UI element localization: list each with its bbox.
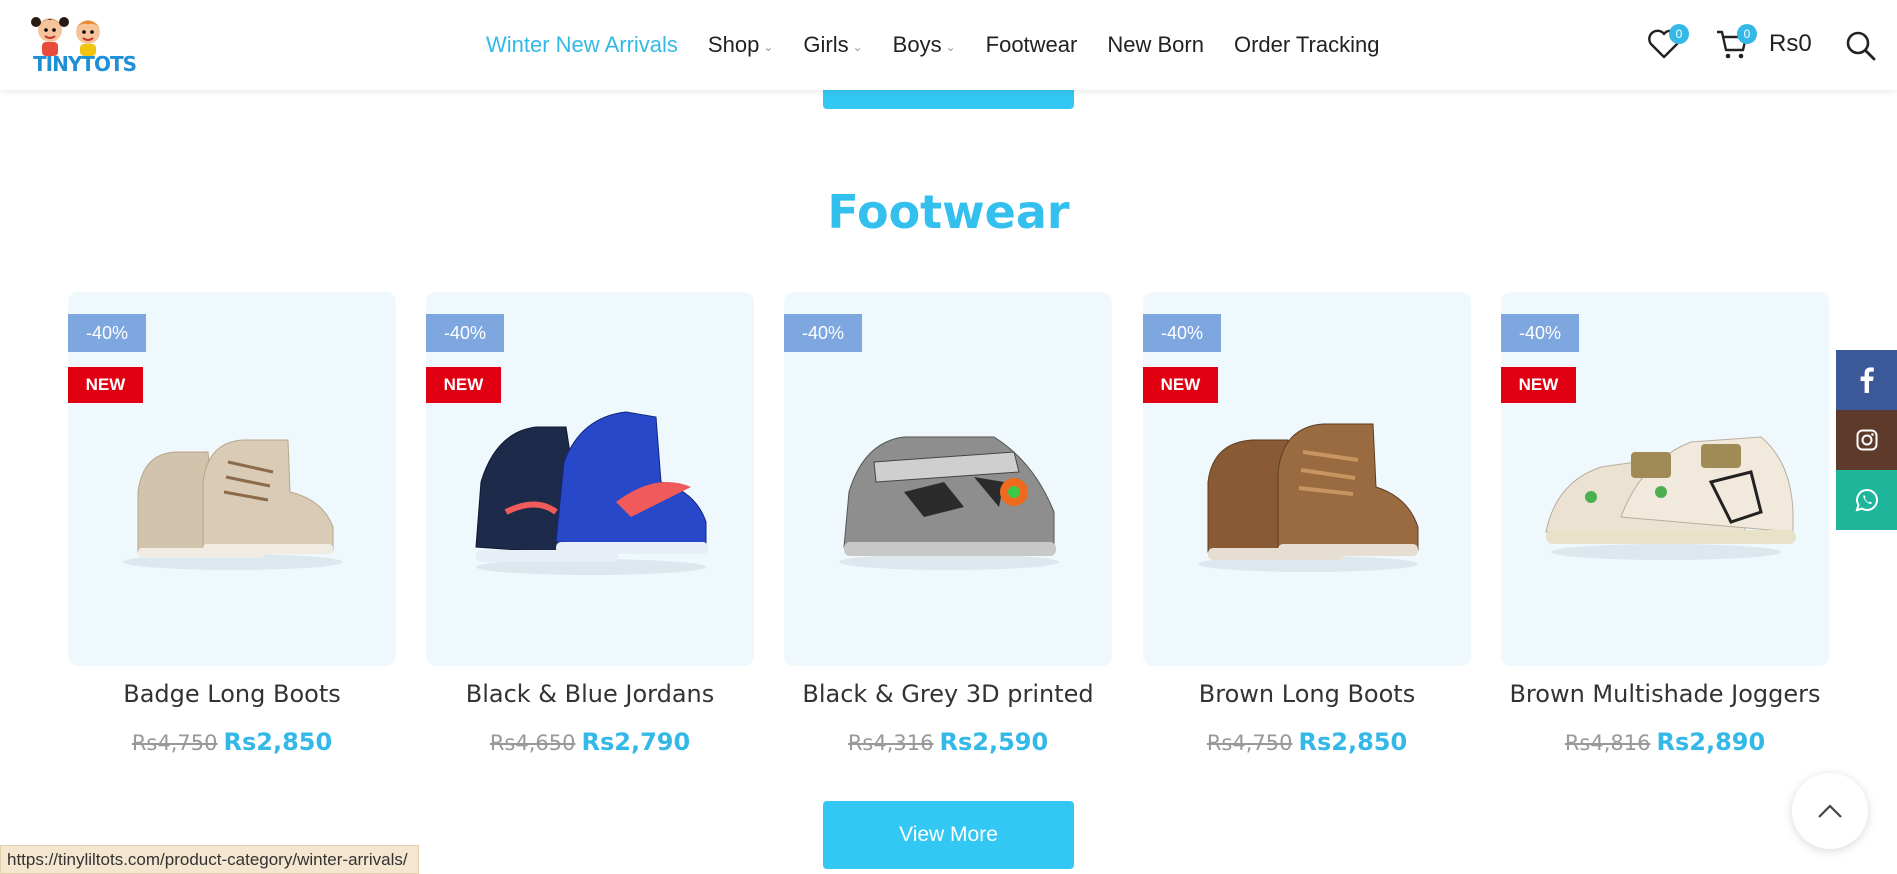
nav-label: Winter New Arrivals	[486, 32, 678, 57]
old-price: Rs4,816	[1564, 731, 1651, 755]
product-image[interactable]: -40% NEW	[426, 292, 754, 666]
chevron-down-icon: ⌄	[763, 39, 774, 54]
chevron-down-icon: ⌄	[945, 39, 956, 54]
search-icon	[1846, 31, 1876, 61]
product-price: Rs4,316 Rs2,590	[784, 728, 1112, 756]
search-button[interactable]	[1845, 30, 1877, 66]
whatsapp-icon	[1855, 488, 1878, 512]
section-title: Footwear	[827, 185, 1070, 239]
chevron-up-icon	[1818, 804, 1842, 818]
logo-text: TINYTOTS	[33, 52, 137, 76]
nav-shop[interactable]: Shop ⌄	[708, 32, 773, 58]
discount-badge: -40%	[1501, 314, 1579, 352]
main-nav: Winter New Arrivals Shop ⌄ Girls ⌄ Boys ⌄ F…	[486, 0, 1409, 90]
cart-count-badge: 0	[1737, 24, 1757, 44]
product-name[interactable]: Black & Grey 3D printed	[774, 680, 1122, 708]
product-name[interactable]: Brown Long Boots	[1133, 680, 1481, 708]
sale-price: Rs2,790	[581, 728, 691, 756]
boots-image	[123, 439, 343, 570]
product-price: Rs4,650 Rs2,790	[426, 728, 754, 756]
nav-label: Girls	[803, 32, 849, 57]
boots-image	[1198, 423, 1419, 572]
old-price: Rs4,650	[489, 731, 576, 755]
nav-boys[interactable]: Boys ⌄	[893, 32, 956, 58]
sale-price: Rs2,890	[1656, 728, 1766, 756]
nav-girls[interactable]: Girls ⌄	[803, 32, 862, 58]
chevron-down-icon: ⌄	[852, 39, 863, 54]
product-price: Rs4,750 Rs2,850	[68, 728, 396, 756]
site-header: TINYTOTS Winter New Arrivals Shop ⌄ Girls…	[0, 0, 1897, 90]
old-price: Rs4,316	[847, 731, 934, 755]
status-bar-url: https://tinyliltots.com/product-category…	[0, 845, 419, 874]
discount-badge: -40%	[1143, 314, 1221, 352]
cart-button[interactable]: 0	[1715, 24, 1757, 64]
nav-order-tracking[interactable]: Order Tracking	[1234, 32, 1380, 58]
site-logo[interactable]: TINYTOTS	[30, 12, 137, 78]
nav-new-born[interactable]: New Born	[1107, 32, 1204, 58]
old-price: Rs4,750	[131, 731, 218, 755]
product-image[interactable]: -40%	[784, 292, 1112, 666]
sale-price: Rs2,590	[939, 728, 1049, 756]
product-image[interactable]: -40% NEW	[1143, 292, 1471, 666]
header-actions: 0 0 Rs0	[1597, 0, 1897, 90]
old-price: Rs4,750	[1206, 731, 1293, 755]
product-price: Rs4,816 Rs2,890	[1501, 728, 1829, 756]
product-price: Rs4,750 Rs2,850	[1143, 728, 1471, 756]
view-more-button[interactable]: View More	[823, 801, 1074, 869]
nav-label: New Born	[1107, 32, 1204, 57]
nav-label: Footwear	[985, 32, 1078, 57]
nav-label: Order Tracking	[1233, 32, 1380, 57]
nav-label: Boys	[892, 32, 942, 57]
product-name[interactable]: Black & Blue Jordans	[416, 680, 764, 708]
whatsapp-share-button[interactable]	[1836, 470, 1897, 530]
product-name[interactable]: Badge Long Boots	[58, 680, 406, 708]
sale-price: Rs2,850	[223, 728, 333, 756]
nav-winter-new-arrivals[interactable]: Winter New Arrivals	[486, 32, 678, 58]
discount-badge: -40%	[68, 314, 146, 352]
product-name[interactable]: Brown Multishade Joggers	[1491, 680, 1839, 708]
joggers-image	[1545, 436, 1796, 560]
nav-footwear[interactable]: Footwear	[986, 32, 1078, 58]
product-image[interactable]: -40% NEW	[68, 292, 396, 666]
nav-label: Shop	[707, 32, 760, 57]
discount-badge: -40%	[426, 314, 504, 352]
wishlist-count-badge: 0	[1669, 24, 1689, 44]
sneakers-image	[839, 436, 1059, 570]
scroll-to-top-button[interactable]	[1792, 773, 1868, 849]
instagram-icon	[1856, 429, 1877, 451]
wishlist-button[interactable]: 0	[1647, 24, 1689, 64]
product-image[interactable]: -40% NEW	[1501, 292, 1829, 666]
sale-price: Rs2,850	[1298, 728, 1408, 756]
instagram-share-button[interactable]	[1836, 410, 1897, 470]
facebook-share-button[interactable]	[1836, 350, 1897, 410]
facebook-icon	[1860, 367, 1874, 393]
sneakers-image	[475, 411, 708, 575]
discount-badge: -40%	[784, 314, 862, 352]
cart-total[interactable]: Rs0	[1769, 30, 1812, 58]
